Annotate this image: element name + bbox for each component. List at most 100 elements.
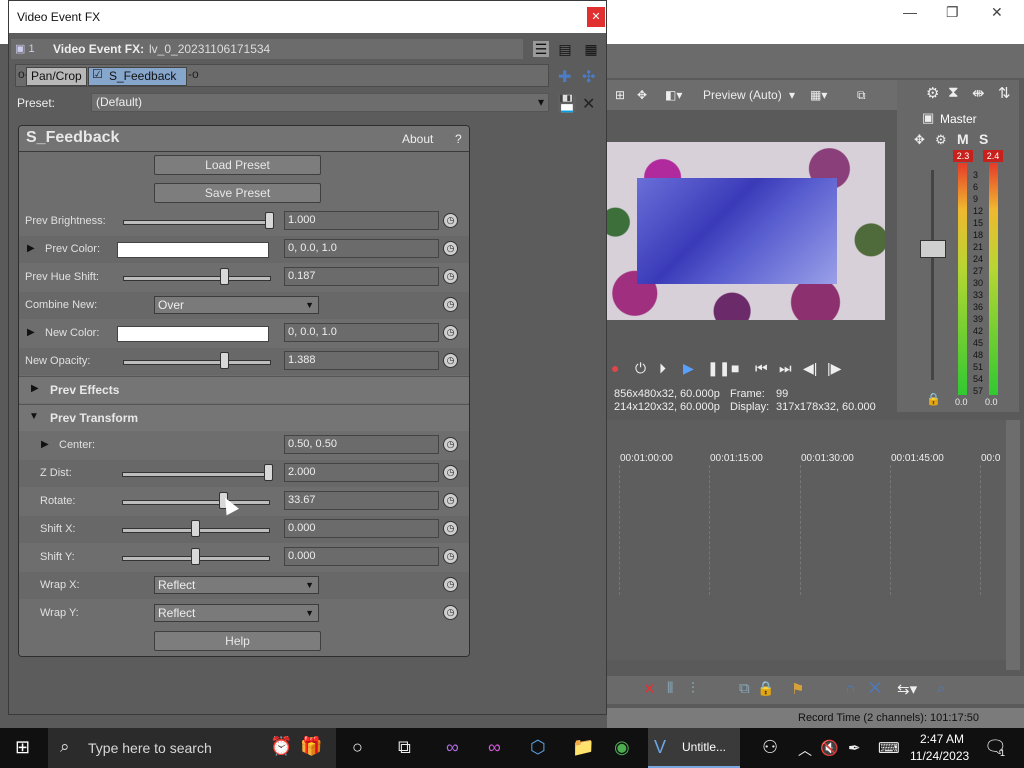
view-tree-icon[interactable]: ▤ (557, 41, 573, 57)
keyframe-clock-icon[interactable]: ◷ (443, 353, 458, 368)
chain-item-pan-crop[interactable]: Pan/Crop (26, 67, 87, 86)
expand-triangle-icon[interactable]: ▶ (27, 327, 35, 338)
value-field[interactable]: 1.000 (284, 211, 439, 230)
settings-gear-icon[interactable]: ⚙ (926, 84, 939, 102)
slider-thumb[interactable] (220, 352, 230, 369)
preset-dropdown[interactable]: (Default) ▾ (91, 93, 549, 112)
copy-snapshot-icon[interactable]: ⧉ (857, 88, 866, 103)
taskbar-search[interactable]: ⌕ Type here to search ⏰ 🎁 (48, 728, 336, 768)
ripple-edit-icon[interactable]: ⇆▾ (897, 680, 917, 698)
expand-triangle-icon[interactable]: ▶ (27, 243, 35, 254)
restore-icon[interactable]: ❐ (946, 4, 959, 21)
value-field[interactable]: 33.67 (284, 491, 439, 510)
go-to-start-icon[interactable]: ⏮ (755, 360, 768, 377)
slider-thumb[interactable] (263, 464, 273, 481)
keyframe-clock-icon[interactable]: ◷ (443, 213, 458, 228)
collapse-triangle-icon[interactable]: ▼ (29, 411, 39, 422)
zoom-tool-icon[interactable]: ⌕ (937, 680, 945, 697)
app-infinity-icon[interactable]: ∞ (446, 737, 459, 758)
section-prev-effects[interactable]: ▶ Prev Effects (19, 376, 469, 403)
prev-frame-icon[interactable]: ◀| (803, 360, 817, 377)
checkbox-icon[interactable]: ☑ (92, 67, 103, 81)
move-icon[interactable]: ✥ (914, 132, 925, 148)
save-preset-button[interactable]: Save Preset (154, 183, 321, 203)
volume-muted-icon[interactable]: 🔇 (820, 739, 839, 757)
grid-icon[interactable]: ▦▾ (810, 88, 827, 102)
expand-triangle-icon[interactable]: ▶ (41, 439, 49, 450)
keyboard-icon[interactable]: ⌨ (878, 739, 900, 757)
value-field[interactable]: 0.000 (284, 519, 439, 538)
value-field[interactable]: 1.388 (284, 351, 439, 370)
keyframe-clock-icon[interactable]: ◷ (443, 549, 458, 564)
slider-thumb[interactable] (220, 268, 230, 285)
help-button[interactable]: Help (154, 631, 321, 651)
keyframe-clock-icon[interactable]: ◷ (443, 577, 458, 592)
slider-track[interactable] (122, 472, 270, 477)
next-frame-icon[interactable]: |▶ (827, 360, 841, 377)
snapping-icon[interactable]: ∩ (845, 680, 856, 697)
fx-gear-icon[interactable]: ⚙ (935, 132, 947, 148)
value-field[interactable]: 0.50, 0.50 (284, 435, 439, 454)
load-preset-button[interactable]: Load Preset (154, 155, 321, 175)
split-screen-icon[interactable]: ✥ (637, 88, 647, 102)
master-fader[interactable] (920, 240, 946, 258)
keyframe-clock-icon[interactable]: ◷ (443, 521, 458, 536)
record-icon[interactable]: ● (611, 360, 619, 376)
trim-icon[interactable]: ⫴ (667, 680, 673, 697)
slider-thumb[interactable] (264, 212, 274, 229)
overlay-icon[interactable]: ◧▾ (665, 88, 682, 102)
view-grid-icon[interactable]: ▦ (583, 41, 599, 57)
lock-event-icon[interactable]: 🔒 (757, 680, 774, 697)
slider-track[interactable] (123, 276, 271, 281)
windows-start-icon[interactable]: ⊞ (15, 737, 30, 758)
about-button[interactable]: About (402, 132, 433, 146)
help-question-button[interactable]: ? (455, 132, 462, 146)
downmix-icon[interactable]: ⧗ (948, 84, 959, 101)
play-from-start-icon[interactable]: ⏵ (659, 360, 666, 377)
value-field[interactable]: 2.000 (284, 463, 439, 482)
section-prev-transform[interactable]: ▼ Prev Transform (19, 404, 469, 431)
keyframe-clock-icon[interactable]: ◷ (443, 465, 458, 480)
marker-icon[interactable]: ⚑ (791, 680, 804, 698)
keyframe-clock-icon[interactable]: ◷ (443, 297, 458, 312)
preview-quality-dropdown[interactable]: Preview (Auto) (703, 88, 782, 102)
group-icon[interactable]: ⧉ (739, 680, 750, 697)
wrap-y-dropdown[interactable]: Reflect ▼ (154, 604, 319, 622)
auto-crossfade-icon[interactable]: ⨉ (869, 680, 881, 697)
value-field[interactable]: 0.187 (284, 267, 439, 286)
cortana-icon[interactable]: ○ (352, 737, 363, 758)
color-swatch[interactable] (117, 326, 269, 342)
keyframe-clock-icon[interactable]: ◷ (443, 325, 458, 340)
keyframe-clock-icon[interactable]: ◷ (443, 605, 458, 620)
chevron-up-icon[interactable]: ︿ (798, 740, 812, 760)
timeline-vertical-scrollbar[interactable] (1006, 420, 1020, 670)
delete-icon[interactable]: ✕ (643, 680, 656, 698)
keyframe-clock-icon[interactable]: ◷ (443, 437, 458, 452)
value-field[interactable]: 0, 0.0, 1.0 (284, 239, 439, 258)
close-icon[interactable]: ✕ (991, 4, 1003, 21)
keyframe-clock-icon[interactable]: ◷ (443, 241, 458, 256)
slider-track[interactable] (123, 360, 271, 365)
clock-date[interactable]: 11/24/2023 (910, 749, 969, 763)
chain-item-s-feedback[interactable]: S_Feedback (88, 67, 188, 86)
3d-box-icon[interactable]: ⬡ (530, 737, 546, 758)
color-swatch[interactable] (117, 242, 269, 258)
delete-preset-icon[interactable]: ✕ (582, 94, 595, 114)
play-icon[interactable]: ▶ (683, 360, 694, 377)
slider-thumb[interactable] (191, 520, 200, 537)
minimize-icon[interactable]: — (903, 4, 917, 20)
keyframe-clock-icon[interactable]: ◷ (443, 269, 458, 284)
stop-icon[interactable]: ■ (731, 360, 739, 376)
pause-icon[interactable]: ❚❚ (707, 360, 730, 377)
view-list-icon[interactable]: ☰ (533, 41, 549, 57)
remove-plugin-icon[interactable]: ✣ (582, 67, 595, 87)
people-icon[interactable]: ⚇ (762, 737, 778, 758)
keyframe-clock-icon[interactable]: ◷ (443, 493, 458, 508)
combine-dropdown[interactable]: Over ▼ (154, 296, 319, 314)
clock-time[interactable]: 2:47 AM (920, 732, 964, 746)
dialog-close-button[interactable]: ✕ (587, 7, 605, 27)
wrap-x-dropdown[interactable]: Reflect ▼ (154, 576, 319, 594)
value-field[interactable]: 0, 0.0, 1.0 (284, 323, 439, 342)
file-explorer-icon[interactable]: 📁 (572, 737, 594, 758)
preview-settings-icon[interactable]: ⊞ (615, 88, 625, 102)
